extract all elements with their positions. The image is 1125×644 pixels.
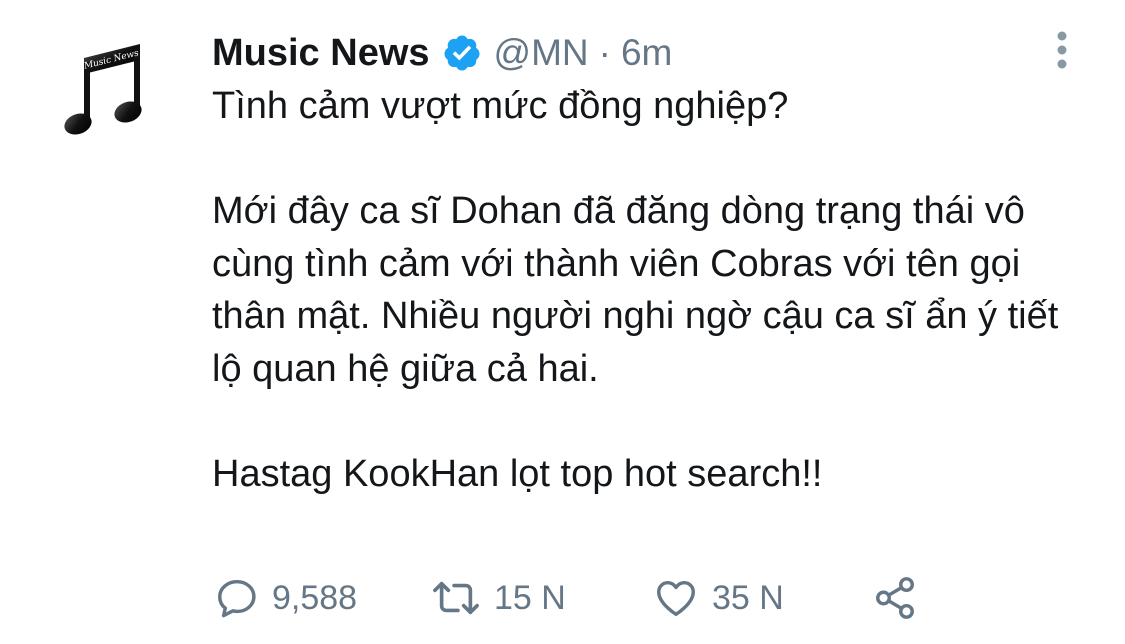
tweet-text-line: Tình cảm vượt mức đồng nghiệp?: [212, 85, 789, 127]
tweet-header: Music News @MN · 6m: [212, 28, 672, 78]
retweet-icon: [433, 581, 479, 615]
reply-button[interactable]: 9,588: [214, 572, 357, 624]
more-vertical-icon: [1057, 31, 1067, 69]
tweet: Music News Music News @MN · 6m Tình cảm …: [0, 0, 1125, 644]
share-icon: [876, 577, 914, 619]
retweet-count: 15 N: [494, 578, 566, 617]
reply-count: 9,588: [272, 578, 358, 617]
music-note-icon: Music News: [64, 44, 142, 135]
handle[interactable]: @MN: [494, 32, 589, 74]
verified-badge-icon: [444, 35, 480, 71]
tweet-text-paragraph: Mới đây ca sĩ Dohan đã đăng dòng trạng t…: [212, 190, 1059, 390]
tweet-text-paragraph: Hastag KookHan lọt top hot search!!: [212, 452, 823, 495]
heart-icon: [657, 580, 695, 617]
like-count: 35 N: [712, 578, 784, 617]
more-button[interactable]: [1052, 30, 1072, 70]
tweet-text: Tình cảm vượt mức đồng nghiệp? Mới đây c…: [212, 80, 1092, 500]
reply-icon: [218, 579, 256, 618]
like-button[interactable]: 35 N: [652, 572, 784, 624]
timestamp[interactable]: 6m: [621, 32, 672, 74]
action-bar: 9,588 15 N 35 N: [212, 572, 972, 624]
separator: ·: [598, 32, 611, 73]
display-name[interactable]: Music News: [212, 32, 430, 75]
avatar[interactable]: Music News: [60, 40, 150, 140]
retweet-button[interactable]: 15 N: [430, 572, 566, 624]
share-button[interactable]: [872, 572, 918, 624]
